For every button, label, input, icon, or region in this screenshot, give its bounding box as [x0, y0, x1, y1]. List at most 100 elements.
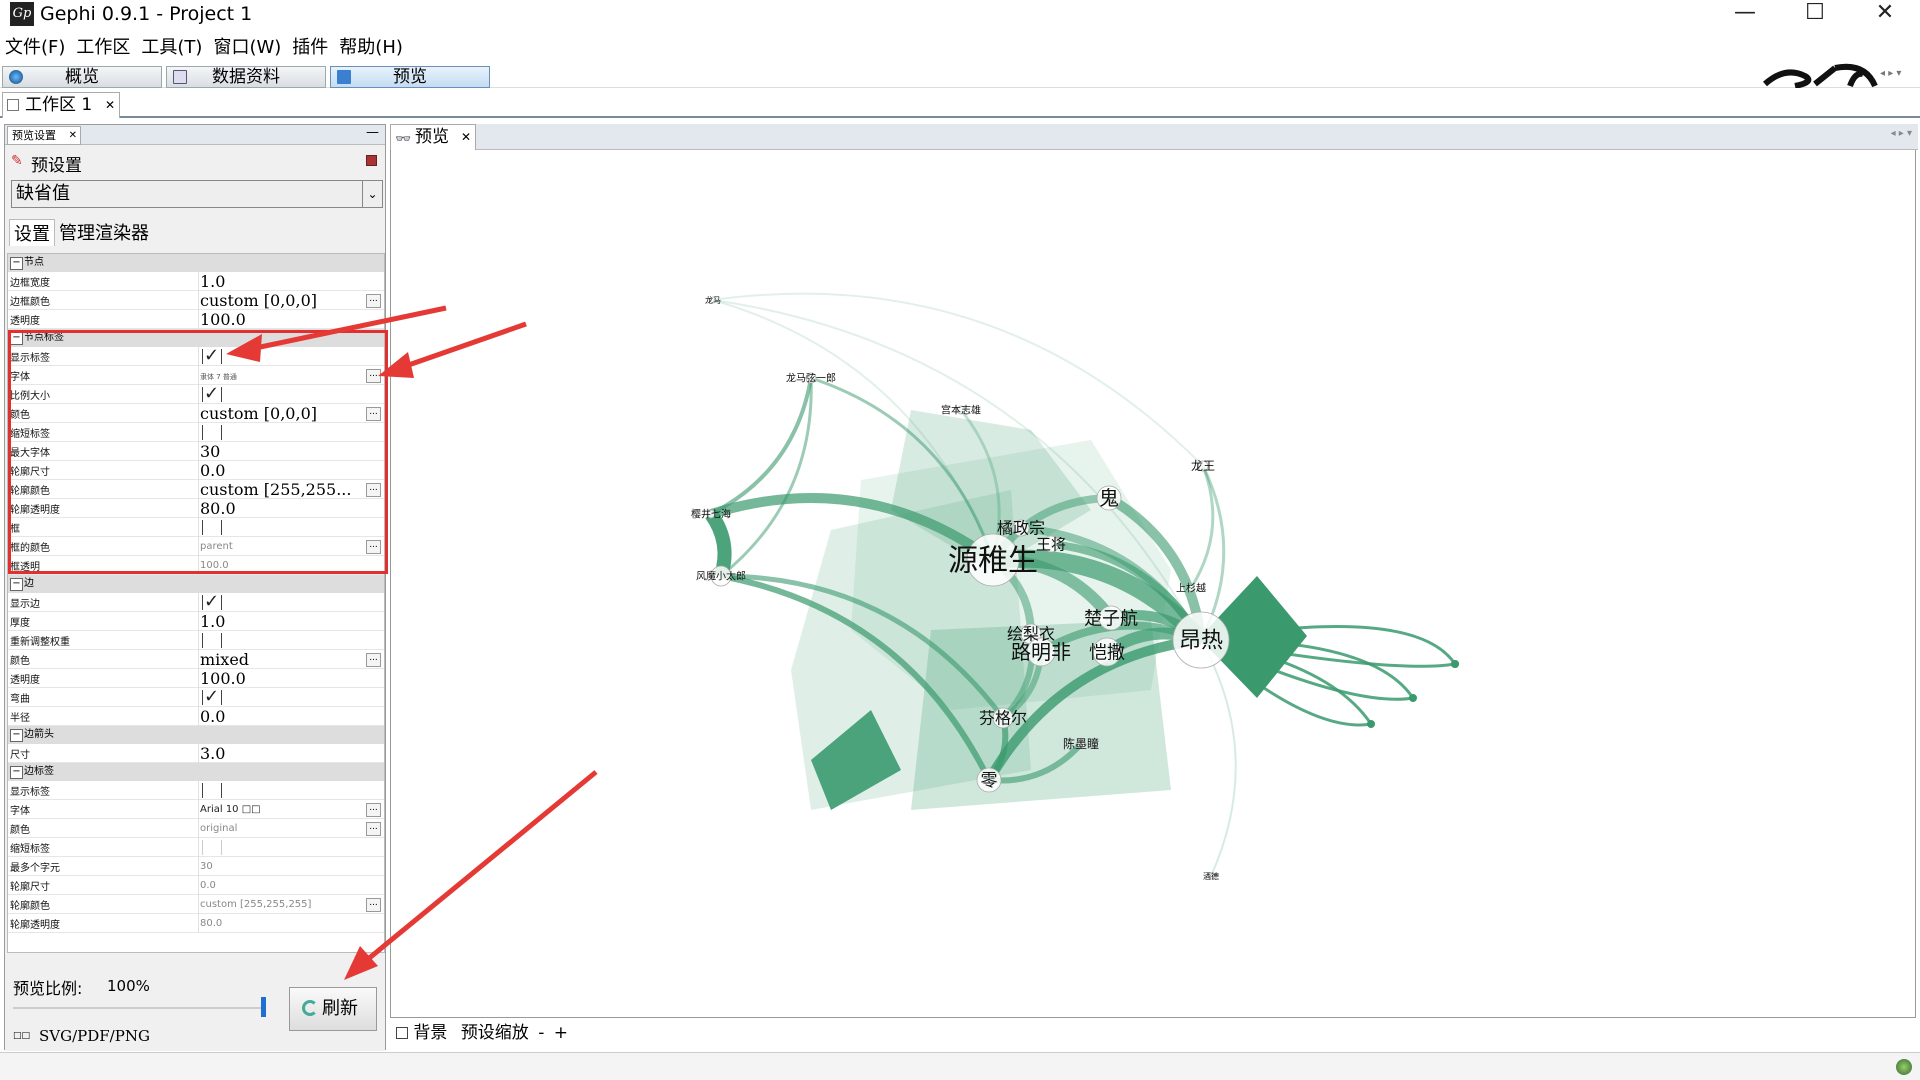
graph-node: [1409, 694, 1417, 702]
tab-nav-arrows-icon[interactable]: ◂ ▸ ▾: [1891, 128, 1912, 139]
prop-edge-opacity[interactable]: 透明度 100.0: [8, 669, 384, 688]
tab-overview[interactable]: 概览: [2, 66, 162, 88]
prop-value[interactable]: 1.0: [200, 272, 225, 291]
prop-curved[interactable]: 弯曲: [8, 686, 384, 707]
prop-edge-radius[interactable]: 半径 0.0: [8, 707, 384, 726]
prop-node-border-width[interactable]: 边框宽度 1.0: [8, 272, 384, 291]
ellipsis-button[interactable]: ...: [366, 653, 381, 667]
menu-workspace[interactable]: 工作区: [76, 34, 130, 62]
presets-row: ✎ 预设置: [5, 149, 385, 177]
ellipsis-button[interactable]: ...: [366, 294, 381, 308]
prop-key: 轮廓透明度: [10, 920, 60, 931]
workspace-icon: [7, 99, 19, 111]
tab-manage-renderers[interactable]: 管理渲染器: [59, 219, 149, 245]
save-preset-icon[interactable]: [366, 155, 377, 166]
preview-settings-tab[interactable]: 预览设置 ✕: [7, 126, 81, 145]
prop-value[interactable]: custom [255,255,255]: [200, 895, 311, 914]
graph-node: [1451, 660, 1459, 668]
workspace-tab[interactable]: 工作区 1 ✕: [2, 92, 120, 118]
background-checkbox[interactable]: [396, 1027, 408, 1039]
prop-edge-shorten[interactable]: 缩短标签: [8, 838, 384, 857]
prop-edge-font[interactable]: 字体 Arial 10 □□...: [8, 800, 384, 819]
curved-checkbox[interactable]: [202, 686, 222, 707]
edge-shorten-checkbox[interactable]: [202, 840, 222, 855]
nav-arrows-icon[interactable]: ◂ ▸ ▾: [1880, 68, 1901, 79]
scale-slider-thumb[interactable]: [261, 997, 266, 1017]
chevron-down-icon[interactable]: ⌄: [362, 181, 382, 207]
brand-decoration-icon: [1762, 63, 1878, 88]
prop-value[interactable]: 80.0: [200, 914, 222, 933]
section-edges[interactable]: 边: [8, 575, 384, 593]
prop-edge-label-color[interactable]: 颜色 original...: [8, 819, 384, 838]
workspace-tab-close-icon[interactable]: ✕: [105, 93, 115, 117]
prop-key: 字体: [10, 806, 30, 817]
prop-key: 弯曲: [10, 694, 30, 705]
menu-window[interactable]: 窗口(W): [213, 34, 281, 62]
prop-value[interactable]: mixed: [200, 650, 249, 669]
prop-key: 重新调整权重: [10, 637, 70, 648]
prop-arrow-size[interactable]: 尺寸 3.0: [8, 744, 384, 763]
section-edge-arrows[interactable]: 边箭头: [8, 726, 384, 744]
prop-key: 轮廓颜色: [10, 901, 50, 912]
pencil-icon: ✎: [11, 153, 23, 169]
prop-value[interactable]: 1.0: [200, 612, 225, 631]
preset-dropdown[interactable]: 缺省值 ⌄: [11, 180, 383, 208]
graph-edge: [1189, 465, 1215, 589]
preview-tab-close-icon[interactable]: ✕: [461, 125, 471, 149]
prop-value[interactable]: Arial 10 □□: [200, 800, 261, 819]
prop-show-edges[interactable]: 显示边: [8, 591, 384, 612]
prop-edge-show-labels[interactable]: 显示标签: [8, 781, 384, 800]
menu-file[interactable]: 文件(F): [5, 34, 65, 62]
graph-node-label: 龙马弦一郎: [786, 372, 836, 385]
preset-value: 缺省值: [16, 183, 70, 204]
status-bar: [0, 1052, 1920, 1080]
menu-help[interactable]: 帮助(H): [339, 34, 403, 62]
zoom-out-button[interactable]: -: [538, 1023, 544, 1043]
prop-node-border-color[interactable]: 边框颜色 custom [0,0,0]...: [8, 291, 384, 310]
ellipsis-button[interactable]: ...: [366, 803, 381, 817]
prop-key: 颜色: [10, 656, 30, 667]
edge-show-labels-checkbox[interactable]: [202, 783, 222, 798]
prop-value[interactable]: 30: [200, 857, 213, 876]
tab-preview[interactable]: 预览: [330, 66, 490, 88]
menu-tools[interactable]: 工具(T): [141, 34, 202, 62]
refresh-button[interactable]: 刷新: [289, 987, 377, 1031]
prop-rescale-weight[interactable]: 重新调整权重: [8, 631, 384, 650]
graph-node-label: 上杉越: [1176, 582, 1206, 595]
tab-settings[interactable]: 设置: [9, 219, 55, 246]
refresh-label: 刷新: [322, 998, 358, 1019]
show-edges-checkbox[interactable]: [202, 591, 222, 612]
prop-edge-max-chars[interactable]: 最多个字元 30: [8, 857, 384, 876]
prop-value[interactable]: 100.0: [200, 310, 246, 329]
ellipsis-button[interactable]: ...: [366, 822, 381, 836]
minimize-button[interactable]: —: [1722, 0, 1768, 28]
menu-plugins[interactable]: 插件: [292, 34, 328, 62]
zoom-in-button[interactable]: +: [554, 1023, 568, 1043]
prop-value[interactable]: custom [0,0,0]: [200, 291, 317, 310]
prop-value[interactable]: 3.0: [200, 744, 225, 763]
prop-node-opacity[interactable]: 透明度 100.0: [8, 310, 384, 329]
section-nodes[interactable]: 节点: [8, 254, 384, 272]
ellipsis-button[interactable]: ...: [366, 898, 381, 912]
preview-settings-close-icon[interactable]: ✕: [69, 127, 77, 144]
section-edge-labels[interactable]: 边标签: [8, 763, 384, 781]
panel-minimize-button[interactable]: —: [366, 125, 379, 140]
graph-node-label: 鬼: [1099, 486, 1119, 510]
prop-value[interactable]: original: [200, 819, 237, 838]
rescale-weight-checkbox[interactable]: [202, 633, 222, 648]
prop-edge-outline-opacity[interactable]: 轮廓透明度 80.0: [8, 914, 384, 933]
prop-edge-outline-size[interactable]: 轮廓尺寸 0.0: [8, 876, 384, 895]
tab-data-laboratory[interactable]: 数据资料: [166, 66, 326, 88]
preview-canvas[interactable]: 龙马 龙马弦一郎 宫本志雄 龙王鬼橘政宗 王将 源稚生 樱井七海 风魔小太郎 上杉越 绘梨衣 楚子航…: [390, 150, 1916, 1018]
refresh-icon: [302, 1000, 318, 1016]
prop-edge-color[interactable]: 颜色 mixed...: [8, 650, 384, 669]
prop-value[interactable]: 0.0: [200, 876, 216, 895]
prop-value[interactable]: 0.0: [200, 707, 225, 726]
scale-slider-track[interactable]: [13, 997, 266, 1017]
prop-edge-outline-color[interactable]: 轮廓颜色 custom [255,255,255]...: [8, 895, 384, 914]
export-button[interactable]: SVG/PDF/PNG: [39, 1027, 150, 1045]
preview-tab[interactable]: 👓 预览 ✕: [390, 124, 476, 150]
prop-edge-thickness[interactable]: 厚度 1.0: [8, 612, 384, 631]
maximize-button[interactable]: ☐: [1792, 0, 1838, 28]
close-button[interactable]: ✕: [1862, 0, 1908, 28]
